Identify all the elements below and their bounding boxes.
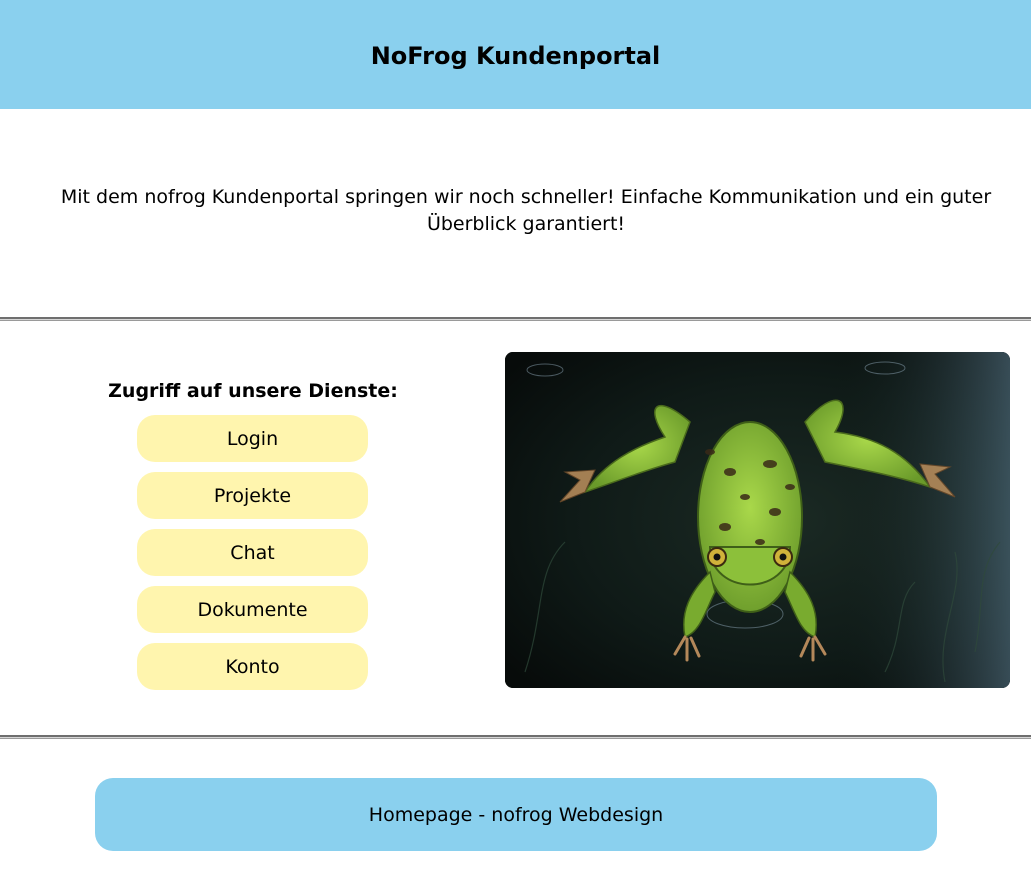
intro-text: Mit dem nofrog Kundenportal springen wir… bbox=[60, 186, 992, 235]
page-header: NoFrog Kundenportal bbox=[0, 0, 1031, 109]
chat-button[interactable]: Chat bbox=[137, 529, 368, 576]
login-button[interactable]: Login bbox=[137, 415, 368, 462]
projekte-button[interactable]: Projekte bbox=[137, 472, 368, 519]
konto-button[interactable]: Konto bbox=[137, 643, 368, 690]
page-title: NoFrog Kundenportal bbox=[370, 41, 661, 70]
divider-bottom bbox=[0, 735, 1031, 739]
homepage-link[interactable]: Homepage - nofrog Webdesign bbox=[95, 778, 937, 851]
divider-top bbox=[0, 317, 1031, 321]
frog-photo bbox=[505, 352, 1010, 688]
dokumente-button[interactable]: Dokumente bbox=[137, 586, 368, 633]
services-title: Zugriff auf unsere Dienste: bbox=[108, 380, 398, 402]
